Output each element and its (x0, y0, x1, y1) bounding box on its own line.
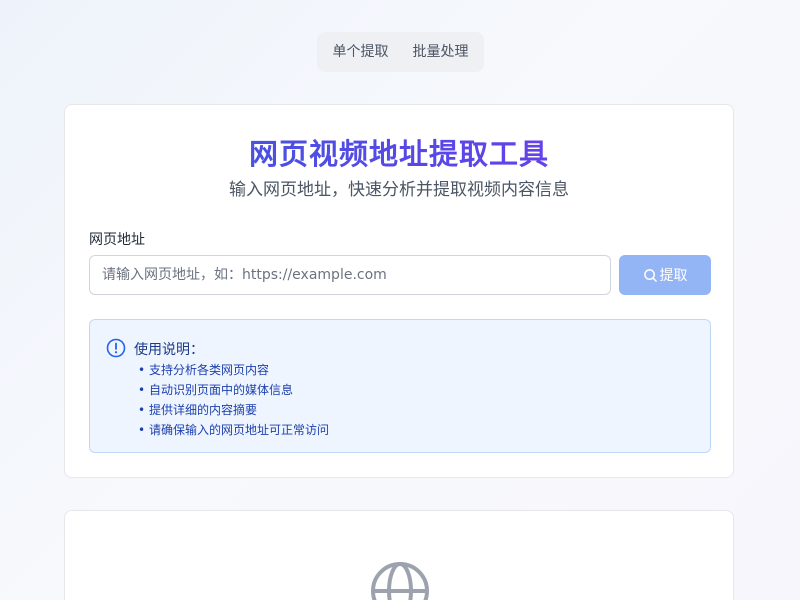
url-input[interactable] (89, 255, 611, 295)
instructions-item: 请确保输入的网页地址可正常访问 (134, 420, 329, 440)
extract-button[interactable]: 提取 (619, 255, 711, 295)
page-title: 网页视频地址提取工具 (65, 131, 733, 173)
tab-batch-process[interactable]: 批量处理 (401, 32, 481, 72)
tab-single-extract[interactable]: 单个提取 (321, 32, 401, 72)
info-icon (106, 338, 126, 358)
instructions-item: 支持分析各类网页内容 (134, 360, 329, 380)
instructions-item: 提供详细的内容摘要 (134, 400, 329, 420)
result-card (64, 510, 734, 600)
url-field-label: 网页地址 (89, 232, 145, 248)
instructions-list: 支持分析各类网页内容 自动识别页面中的媒体信息 提供详细的内容摘要 请确保输入的… (134, 360, 329, 440)
page-subtitle: 输入网页地址，快速分析并提取视频内容信息 (229, 180, 569, 200)
extract-button-label: 提取 (659, 268, 688, 284)
mode-tabs: 单个提取 批量处理 (317, 32, 484, 72)
instructions-panel: 使用说明： 支持分析各类网页内容 自动识别页面中的媒体信息 提供详细的内容摘要 … (89, 319, 711, 453)
search-icon (643, 268, 657, 282)
instructions-title: 使用说明： (134, 342, 204, 358)
globe-icon (371, 562, 429, 600)
instructions-item: 自动识别页面中的媒体信息 (134, 380, 329, 400)
extract-card: 网页视频地址提取工具 输入网页地址，快速分析并提取视频内容信息 网页地址 提取 … (64, 104, 734, 478)
